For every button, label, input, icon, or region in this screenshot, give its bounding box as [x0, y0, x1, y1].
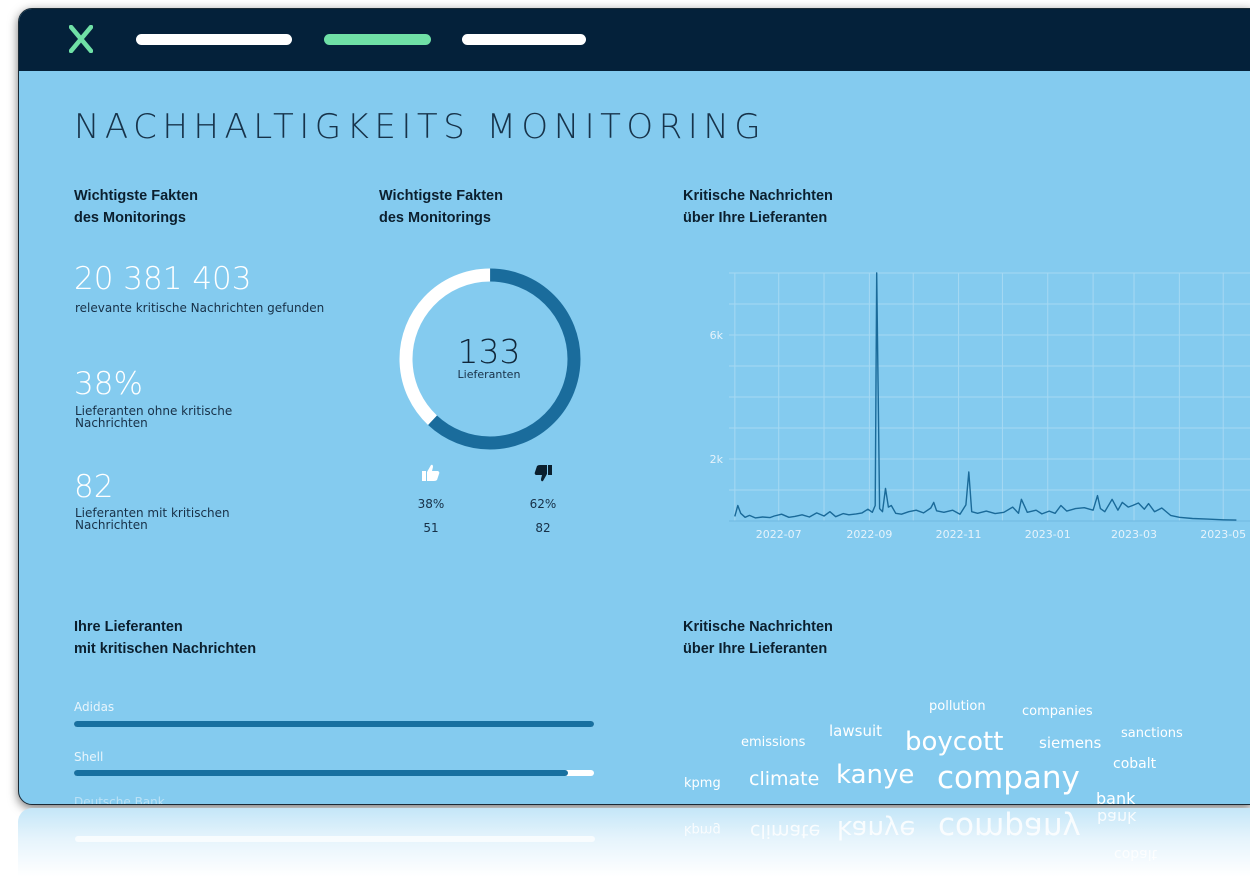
donut-section-title: Wichtigste Fakten des Monitorings	[379, 185, 503, 229]
suppliers-section-title: Ihre Lieferanten mit kritischen Nachrich…	[74, 616, 256, 660]
supplier-label-deutsche-bank[interactable]: Deutsche Bank	[74, 795, 165, 804]
thumbs-down-icon	[534, 465, 552, 482]
top-navigation-bar	[19, 9, 1250, 71]
x-tick-label: 2023-01	[1025, 528, 1071, 541]
wordcloud-title-line-1: Kritische Nachrichten	[683, 619, 833, 635]
reflection-word-company: company	[938, 810, 1081, 846]
supplier-label-adidas[interactable]: Adidas	[74, 700, 114, 714]
word-siemens[interactable]: siemens	[1039, 734, 1101, 752]
stat-value-without-critical: 38%	[74, 366, 143, 402]
reflection-word-cobalt: cobalt	[1114, 846, 1158, 862]
word-kanye[interactable]: kanye	[836, 760, 914, 790]
supplier-bar-adidas[interactable]	[74, 721, 594, 727]
app-window: NACHHALTIGKEITS MONITORING Wichtigste Fa…	[18, 8, 1250, 805]
reflection-word-kanye: kanye	[837, 814, 916, 844]
wordcloud-section-title: Kritische Nachrichten über Ihre Lieferan…	[683, 616, 833, 660]
news-chart-title-line-2: über Ihre Lieferanten	[683, 210, 828, 226]
donut-title-line-2: des Monitorings	[379, 210, 491, 226]
word-pollution[interactable]: pollution	[929, 699, 986, 714]
x-tick-label: 2022-09	[846, 528, 892, 541]
y-tick-label: 2k	[710, 453, 724, 466]
facts-title-line-2: des Monitorings	[74, 210, 186, 226]
nav-item-1[interactable]	[136, 34, 292, 45]
positive-percent: 38%	[417, 497, 445, 511]
stat-label-with-critical: Lieferanten mit kritischen Nachrichten	[75, 506, 230, 532]
page-title: NACHHALTIGKEITS MONITORING	[74, 107, 767, 147]
word-company[interactable]: company	[937, 760, 1080, 796]
reflection-word-climate: climate	[750, 820, 821, 842]
reflection-bar	[75, 836, 595, 842]
supplier-label-shell[interactable]: Shell	[74, 750, 103, 764]
x-tick-label: 2022-07	[756, 528, 802, 541]
suppliers-title-line-1: Ihre Lieferanten	[74, 619, 183, 635]
x-logo-icon[interactable]	[69, 25, 93, 53]
word-cloud: pollution companies lawsuit boycott sanc…	[679, 694, 1250, 804]
nav-item-active[interactable]	[324, 34, 431, 45]
screen-reflection: kpmg climate kanye company bank cobalt	[18, 808, 1250, 877]
word-lawsuit[interactable]: lawsuit	[829, 722, 882, 740]
x-tick-label: 2023-05	[1200, 528, 1246, 541]
y-tick-label: 6k	[710, 329, 724, 342]
word-boycott[interactable]: boycott	[905, 727, 1003, 757]
stat-value-messages: 20 381 403	[74, 261, 252, 297]
x-tick-label: 2022-11	[936, 528, 982, 541]
stat-label-without-critical: Lieferanten ohne kritische Nachrichten	[75, 404, 233, 430]
reflection-word-kpmg: kpmg	[684, 822, 721, 837]
reflection-word-bank: bank	[1097, 808, 1137, 827]
supplier-bar-shell[interactable]	[74, 770, 594, 776]
facts-title-line-1: Wichtigste Fakten	[74, 188, 198, 204]
negative-percent: 62%	[529, 497, 557, 511]
word-cobalt[interactable]: cobalt	[1113, 756, 1156, 772]
news-line-chart: 2k 6k 2022-07 2022-09 2022-11 2023-01 2023-03 2…	[710, 272, 1250, 541]
x-tick-label: 2023-03	[1111, 528, 1157, 541]
donut-total-label: Lieferanten	[457, 368, 521, 381]
word-kpmg[interactable]: kpmg	[684, 776, 721, 791]
supplier-bar-fill-adidas	[74, 721, 594, 727]
negative-count: 82	[535, 521, 551, 535]
news-chart-title: Kritische Nachrichten über Ihre Lieferan…	[683, 185, 833, 229]
donut-total: 133	[457, 332, 521, 371]
supplier-bar-fill-shell	[74, 770, 568, 776]
wordcloud-title-line-2: über Ihre Lieferanten	[683, 641, 828, 657]
word-bank[interactable]: bank	[1096, 789, 1135, 804]
donut-title-line-1: Wichtigste Fakten	[379, 188, 503, 204]
stat-value-with-critical: 82	[74, 469, 114, 505]
thumbs-up-icon	[422, 464, 440, 481]
word-sanctions[interactable]: sanctions	[1121, 726, 1183, 741]
facts-section-title: Wichtigste Fakten des Monitorings	[74, 185, 198, 229]
nav-item-3[interactable]	[462, 34, 586, 45]
news-chart-title-line-1: Kritische Nachrichten	[683, 188, 833, 204]
word-climate[interactable]: climate	[749, 768, 819, 790]
stat-label-messages: relevante kritische Nachrichten gefunden	[75, 301, 325, 315]
positive-count: 51	[423, 521, 439, 535]
word-companies[interactable]: companies	[1022, 704, 1093, 719]
suppliers-title-line-2: mit kritischen Nachrichten	[74, 641, 257, 657]
word-emissions[interactable]: emissions	[741, 735, 805, 750]
